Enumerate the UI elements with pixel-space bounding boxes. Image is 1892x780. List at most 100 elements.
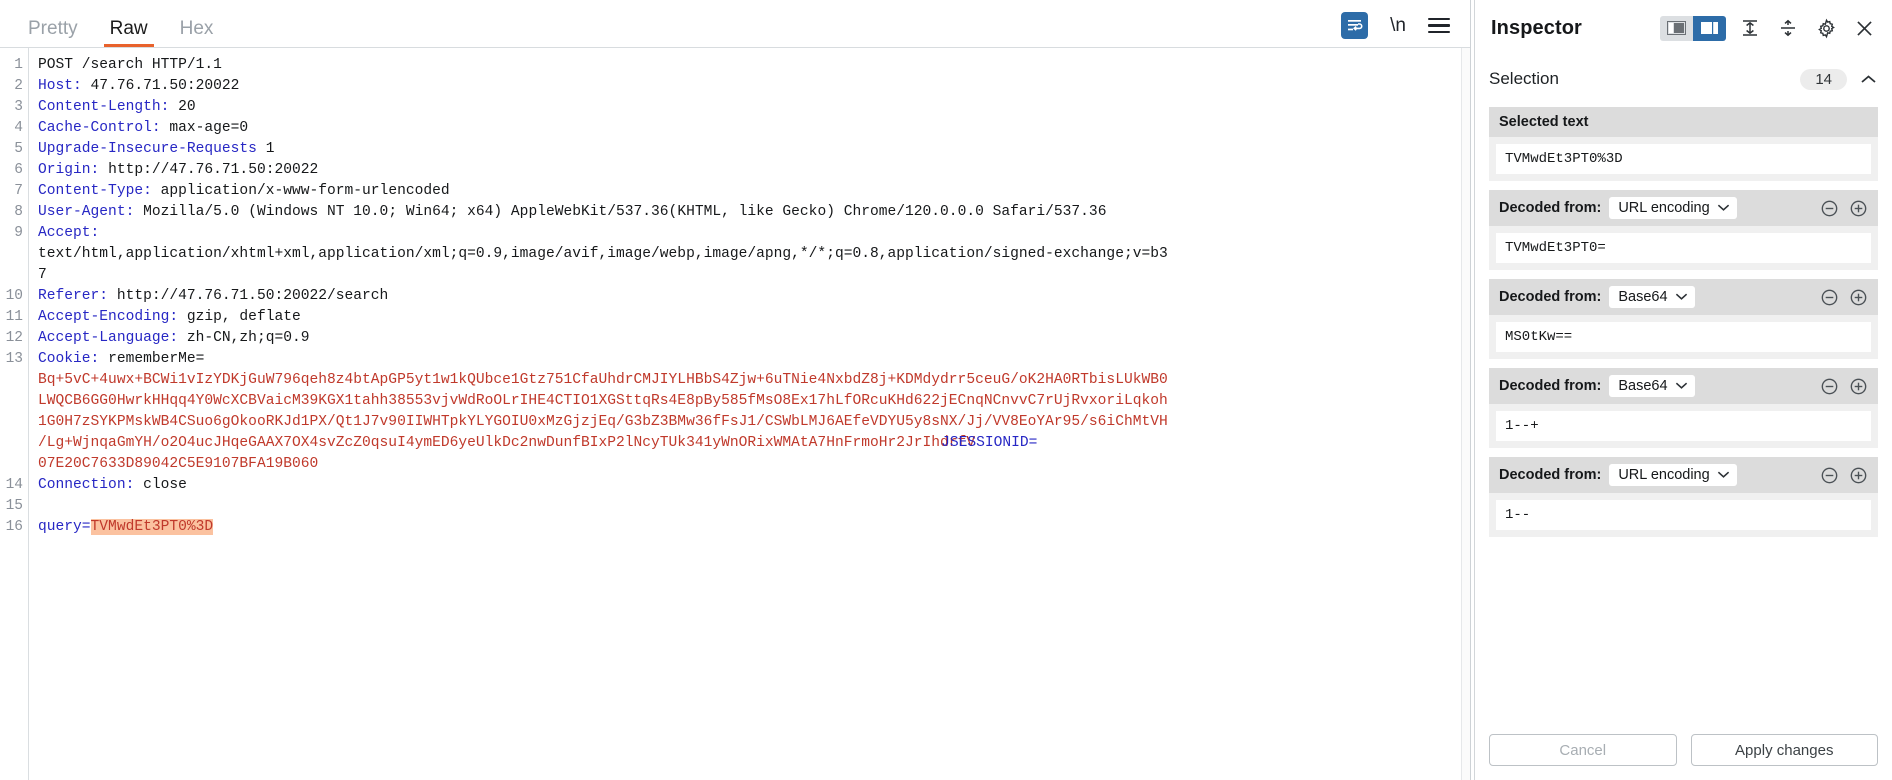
cookie-value-line[interactable]: 1G0H7zSYKPMskWB4CSuo6gOkooRKJd1PX/Qt1J7v… xyxy=(38,412,1470,433)
card-label: Decoded from: xyxy=(1499,289,1602,305)
hamburger-menu-icon[interactable] xyxy=(1428,17,1450,34)
line-number: 16 xyxy=(5,519,23,535)
line-number: 2 xyxy=(14,78,23,94)
header-line[interactable]: Content-Type: application/x-www-form-url… xyxy=(38,181,1470,202)
close-icon[interactable] xyxy=(1850,14,1878,42)
inspector-footer: Cancel Apply changes xyxy=(1475,718,1892,780)
circle-plus-icon[interactable] xyxy=(1849,377,1868,396)
card-header: Decoded from: Base64 xyxy=(1489,279,1878,315)
inspector-header: Inspector xyxy=(1475,0,1892,56)
selected-text-value[interactable]: TVMwdEt3PT0%3D xyxy=(1496,144,1871,174)
card-header: Decoded from: URL encoding xyxy=(1489,190,1878,226)
line-number: 7 xyxy=(14,183,23,199)
layout-left-icon[interactable] xyxy=(1660,15,1693,41)
card-body: 1--+ xyxy=(1489,404,1878,448)
encoding-select-value: Base64 xyxy=(1618,289,1668,305)
card-actions xyxy=(1820,288,1868,307)
apply-changes-button[interactable]: Apply changes xyxy=(1690,734,1878,766)
word-wrap-icon[interactable] xyxy=(1341,12,1369,39)
tab-pretty[interactable]: Pretty xyxy=(12,19,94,47)
line-number: 13 xyxy=(5,351,23,367)
header-line[interactable]: User-Agent: Mozilla/5.0 (Windows NT 10.0… xyxy=(38,202,1470,223)
editor-tabbar: Pretty Raw Hex \n xyxy=(0,0,1470,48)
line-number: 6 xyxy=(14,162,23,178)
gear-icon[interactable] xyxy=(1812,14,1840,42)
inspector-title: Inspector xyxy=(1491,16,1582,39)
card-actions xyxy=(1820,466,1868,485)
header-line[interactable]: Connection: close xyxy=(38,475,1470,496)
chevron-up-icon[interactable] xyxy=(1859,73,1878,86)
newline-toggle[interactable]: \n xyxy=(1390,15,1406,37)
line-number: 12 xyxy=(5,330,23,346)
line-number-gutter: 1 2 3 4 5 6 7 8 9 10 11 12 13 14 15 16 xyxy=(0,48,28,780)
header-line[interactable]: Accept: xyxy=(38,223,1470,244)
circle-minus-icon[interactable] xyxy=(1820,377,1839,396)
card-label: Selected text xyxy=(1499,114,1589,130)
circle-minus-icon[interactable] xyxy=(1820,288,1839,307)
line-number: 11 xyxy=(5,309,23,325)
card-header: Decoded from: Base64 xyxy=(1489,368,1878,404)
cookie-value-line[interactable]: 07E20C7633D89042C5E9107BFA19B060 xyxy=(38,454,1470,475)
header-line[interactable]: Cookie: rememberMe= xyxy=(38,349,1470,370)
line-number: 5 xyxy=(14,141,23,157)
request-code-area[interactable]: 1 2 3 4 5 6 7 8 9 10 11 12 13 14 15 16 POST /search HTT… xyxy=(0,48,1470,780)
header-line[interactable]: Origin: http://47.76.71.50:20022 xyxy=(38,160,1470,181)
decoded-value-input[interactable]: 1--+ xyxy=(1496,411,1871,441)
blank-line[interactable] xyxy=(38,496,1470,517)
request-editor-pane: Pretty Raw Hex \n 1 2 3 4 5 6 7 8 9 10 1… xyxy=(0,0,1470,780)
chevron-down-icon xyxy=(1717,200,1730,216)
request-text[interactable]: POST /search HTTP/1.1 Host: 47.76.71.50:2… xyxy=(29,48,1470,780)
header-line[interactable]: Content-Length: 20 xyxy=(38,97,1470,118)
encoding-select-value: URL encoding xyxy=(1618,467,1710,483)
header-line[interactable]: Host: 47.76.71.50:20022 xyxy=(38,76,1470,97)
encoding-select[interactable]: URL encoding xyxy=(1609,464,1737,486)
circle-plus-icon[interactable] xyxy=(1849,466,1868,485)
cookie-value-line[interactable]: /Lg+WjnqaGmYH/o2O4ucJHqeGAAX7OX4svZcZ0qs… xyxy=(38,433,1470,454)
cookie-value-line[interactable]: Bq+5vC+4uwx+BCWi1vIzYDKjGuW796qeh8z4btAp… xyxy=(38,370,1470,391)
layout-toggle-group xyxy=(1660,15,1726,41)
decoded-from-card: Decoded from: URL encoding 1-- xyxy=(1489,457,1878,537)
card-body: MS0tKw== xyxy=(1489,315,1878,359)
expand-all-icon[interactable] xyxy=(1736,14,1764,42)
card-body: 1-- xyxy=(1489,493,1878,537)
circle-plus-icon[interactable] xyxy=(1849,199,1868,218)
body-query-line[interactable]: query=TVMwdEt3PT0%3D xyxy=(38,517,1470,538)
encoding-select-value: URL encoding xyxy=(1618,200,1710,216)
header-line[interactable]: Accept-Encoding: gzip, deflate xyxy=(38,307,1470,328)
tab-raw[interactable]: Raw xyxy=(94,19,164,47)
request-line[interactable]: POST /search HTTP/1.1 xyxy=(38,55,1470,76)
decoded-value-input[interactable]: 1-- xyxy=(1496,500,1871,530)
header-continuation-line[interactable]: text/html,application/xhtml+xml,applicat… xyxy=(38,244,1470,265)
circle-minus-icon[interactable] xyxy=(1820,466,1839,485)
header-line[interactable]: Referer: http://47.76.71.50:20022/search xyxy=(38,286,1470,307)
tab-hex[interactable]: Hex xyxy=(164,19,230,47)
header-line[interactable]: Accept-Language: zh-CN,zh;q=0.9 xyxy=(38,328,1470,349)
line-number: 14 xyxy=(5,477,23,493)
burp-request-inspector-window: Pretty Raw Hex \n 1 2 3 4 5 6 7 8 9 10 1… xyxy=(0,0,1892,780)
decoded-from-card: Decoded from: Base64 1--+ xyxy=(1489,368,1878,448)
header-line[interactable]: Cache-Control: max-age=0 xyxy=(38,118,1470,139)
header-line[interactable]: Upgrade-Insecure-Requests 1 xyxy=(38,139,1470,160)
line-number xyxy=(0,265,28,286)
selection-section-header[interactable]: Selection 14 xyxy=(1489,60,1878,98)
decoded-value-input[interactable]: MS0tKw== xyxy=(1496,322,1871,352)
editor-tool-group: \n xyxy=(1341,12,1470,47)
card-label: Decoded from: xyxy=(1499,378,1602,394)
circle-minus-icon[interactable] xyxy=(1820,199,1839,218)
decoded-from-card: Decoded from: Base64 MS0tKw== xyxy=(1489,279,1878,359)
encoding-select[interactable]: Base64 xyxy=(1609,375,1695,397)
decoded-value-input[interactable]: TVMwdEt3PT0= xyxy=(1496,233,1871,263)
line-number: 3 xyxy=(14,99,23,115)
line-number: 9 xyxy=(14,225,23,241)
header-continuation-line[interactable]: 7 xyxy=(38,265,1470,286)
circle-plus-icon[interactable] xyxy=(1849,288,1868,307)
line-number: 1 xyxy=(14,57,23,73)
layout-right-icon[interactable] xyxy=(1693,15,1726,41)
cancel-button[interactable]: Cancel xyxy=(1489,734,1677,766)
chevron-down-icon xyxy=(1675,378,1688,394)
collapse-all-icon[interactable] xyxy=(1774,14,1802,42)
encoding-select[interactable]: Base64 xyxy=(1609,286,1695,308)
encoding-select[interactable]: URL encoding xyxy=(1609,197,1737,219)
editor-vertical-scrollbar[interactable] xyxy=(1461,48,1470,780)
cookie-value-line[interactable]: LWQCB6GG0HwrkHHqq4Y0WcXCBVaicM39KGX1tahh… xyxy=(38,391,1470,412)
